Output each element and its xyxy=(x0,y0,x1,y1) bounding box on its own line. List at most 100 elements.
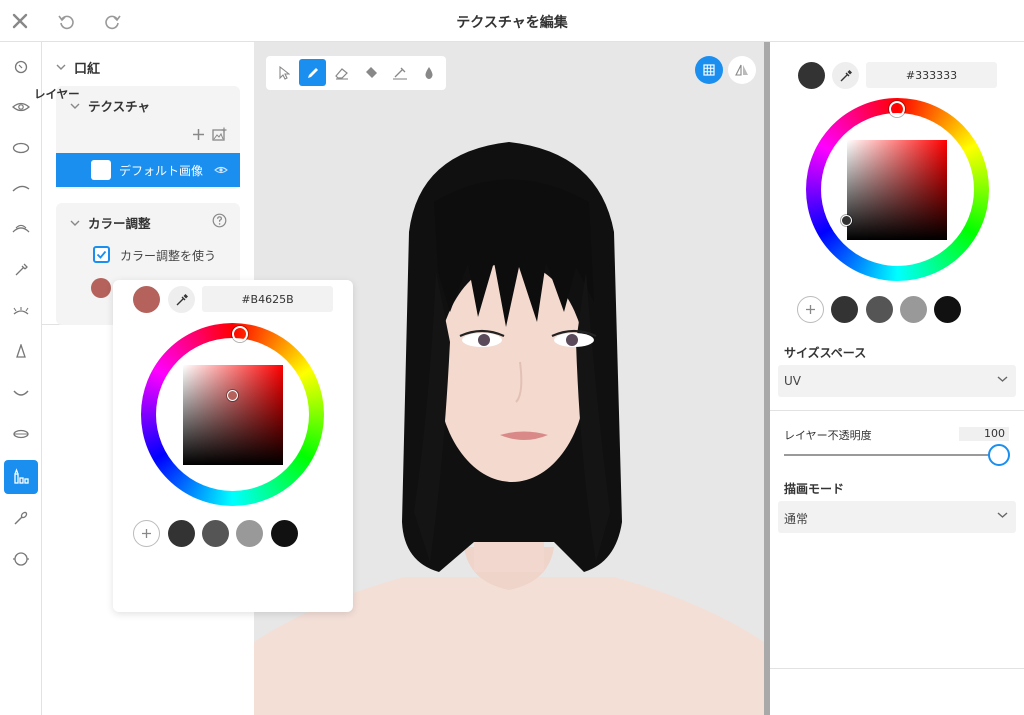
layer-thumbnail xyxy=(91,160,111,180)
blend-mode-select[interactable]: 通常 xyxy=(778,501,1016,533)
grid-icon xyxy=(703,64,715,76)
head-shape-icon xyxy=(13,552,29,566)
mouth-icon xyxy=(13,390,29,396)
opacity-label: レイヤー不透明度 xyxy=(784,429,872,442)
uv-grid-toggle[interactable] xyxy=(695,56,723,84)
makeup-brush-icon xyxy=(14,511,28,525)
popup-eyedropper-button[interactable] xyxy=(168,286,195,313)
select-tool[interactable] xyxy=(270,59,297,86)
eye-icon xyxy=(214,166,228,174)
use-color-adjust-checkbox[interactable] xyxy=(93,246,110,263)
color-adjust-header[interactable]: カラー調整 xyxy=(70,213,151,232)
chevron-down-icon xyxy=(70,220,80,226)
help-button[interactable] xyxy=(212,213,227,232)
help-icon xyxy=(212,213,227,228)
section-title: 口紅 xyxy=(74,61,101,77)
rail-item-lashes[interactable] xyxy=(4,294,38,328)
add-image-button[interactable] xyxy=(212,127,227,145)
blend-mode-value: 通常 xyxy=(784,512,809,526)
rail-item-eye[interactable] xyxy=(4,90,38,124)
layer-label: レイヤー xyxy=(34,87,80,101)
size-space-select[interactable]: UV xyxy=(778,365,1016,397)
eraser-icon xyxy=(335,67,348,80)
opacity-slider-track[interactable] xyxy=(784,454,998,456)
rail-item-eye-shape[interactable] xyxy=(4,131,38,165)
paint-bucket-icon xyxy=(365,66,377,78)
rail-item-mouth[interactable] xyxy=(4,376,38,410)
rail-item-lips[interactable] xyxy=(4,417,38,451)
cursor-icon xyxy=(278,65,290,80)
section-header-lipstick[interactable]: 口紅 xyxy=(56,58,101,77)
popup-current-color-swatch[interactable] xyxy=(133,286,160,313)
droplet-icon xyxy=(424,66,433,79)
add-image-icon xyxy=(212,127,227,141)
eyedropper-icon xyxy=(840,69,852,81)
chevron-down-icon xyxy=(997,376,1008,382)
popup-preset-swatch[interactable] xyxy=(271,520,298,547)
layer-row-default[interactable]: デフォルト画像 xyxy=(56,153,240,187)
brush-settings-panel: #333333 サイズスペース UV レイヤー不透明度 100 描画モード 通常 xyxy=(770,42,1024,715)
popup-add-preset-button[interactable] xyxy=(133,520,160,547)
popup-preset-swatch[interactable] xyxy=(236,520,263,547)
use-color-adjust-label: カラー調整を使う xyxy=(120,249,217,263)
hex-input[interactable]: #333333 xyxy=(866,62,997,88)
popup-hue-handle[interactable] xyxy=(232,326,248,342)
current-color-swatch[interactable] xyxy=(798,62,825,89)
popup-saturation-value-square[interactable] xyxy=(183,365,283,465)
blur-tool[interactable] xyxy=(415,59,442,86)
rail-item-makeup[interactable] xyxy=(4,460,38,494)
hue-handle[interactable] xyxy=(889,101,905,117)
smudge-icon xyxy=(392,67,407,80)
pencil-icon xyxy=(307,67,318,78)
popup-preset-swatch[interactable] xyxy=(168,520,195,547)
chevron-down-icon xyxy=(997,512,1008,518)
rail-item-brush[interactable] xyxy=(4,501,38,535)
popup-hex-input[interactable]: #B4625B xyxy=(202,286,333,312)
lipstick-icon xyxy=(14,468,29,484)
preset-swatch[interactable] xyxy=(866,296,893,323)
color-adjust-swatch[interactable] xyxy=(91,278,111,298)
rail-item-head[interactable] xyxy=(4,542,38,576)
add-layer-button[interactable] xyxy=(192,128,205,145)
add-preset-button[interactable] xyxy=(797,296,824,323)
preset-swatch[interactable] xyxy=(900,296,927,323)
eraser-tool[interactable] xyxy=(328,59,355,86)
nose-icon xyxy=(16,344,26,358)
opacity-slider-thumb[interactable] xyxy=(988,444,1010,466)
brush-tool[interactable] xyxy=(299,59,326,86)
rail-item-eyelash[interactable] xyxy=(4,212,38,246)
eyedropper-icon xyxy=(176,293,188,305)
plus-icon xyxy=(142,529,151,538)
check-icon xyxy=(96,250,107,259)
preset-swatch[interactable] xyxy=(934,296,961,323)
lips-icon xyxy=(13,429,29,439)
dropper-icon xyxy=(15,263,28,276)
paint-toolbar xyxy=(266,56,446,90)
size-space-value: UV xyxy=(784,374,801,388)
rail-item-nose[interactable] xyxy=(4,335,38,369)
eyelash-icon xyxy=(12,224,30,233)
texture-header[interactable]: テクスチャ xyxy=(70,96,150,115)
page-title: テクスチャを編集 xyxy=(456,15,568,31)
layer-visibility-toggle[interactable] xyxy=(214,164,228,179)
color-value-handle[interactable] xyxy=(841,215,852,226)
color-adjust-title: カラー調整 xyxy=(88,216,151,231)
popup-color-value-handle[interactable] xyxy=(227,390,238,401)
mirror-toggle[interactable] xyxy=(728,56,756,84)
rail-item-face[interactable] xyxy=(4,50,38,84)
layer-name: デフォルト画像 xyxy=(119,164,204,178)
eyebrow-icon xyxy=(12,185,30,192)
color-adjust-popup: #B4625B xyxy=(113,280,353,612)
lashes-icon xyxy=(13,307,29,315)
chevron-down-icon xyxy=(70,103,80,109)
eyedropper-button[interactable] xyxy=(832,62,859,89)
fill-tool[interactable] xyxy=(357,59,384,86)
popup-preset-swatch[interactable] xyxy=(202,520,229,547)
saturation-value-square[interactable] xyxy=(847,140,947,240)
rail-item-dropper[interactable] xyxy=(4,253,38,287)
opacity-value[interactable]: 100 xyxy=(959,427,1009,441)
rail-item-eyebrow[interactable] xyxy=(4,171,38,205)
face-outline-icon xyxy=(14,60,28,74)
smudge-tool[interactable] xyxy=(386,59,413,86)
preset-swatch[interactable] xyxy=(831,296,858,323)
